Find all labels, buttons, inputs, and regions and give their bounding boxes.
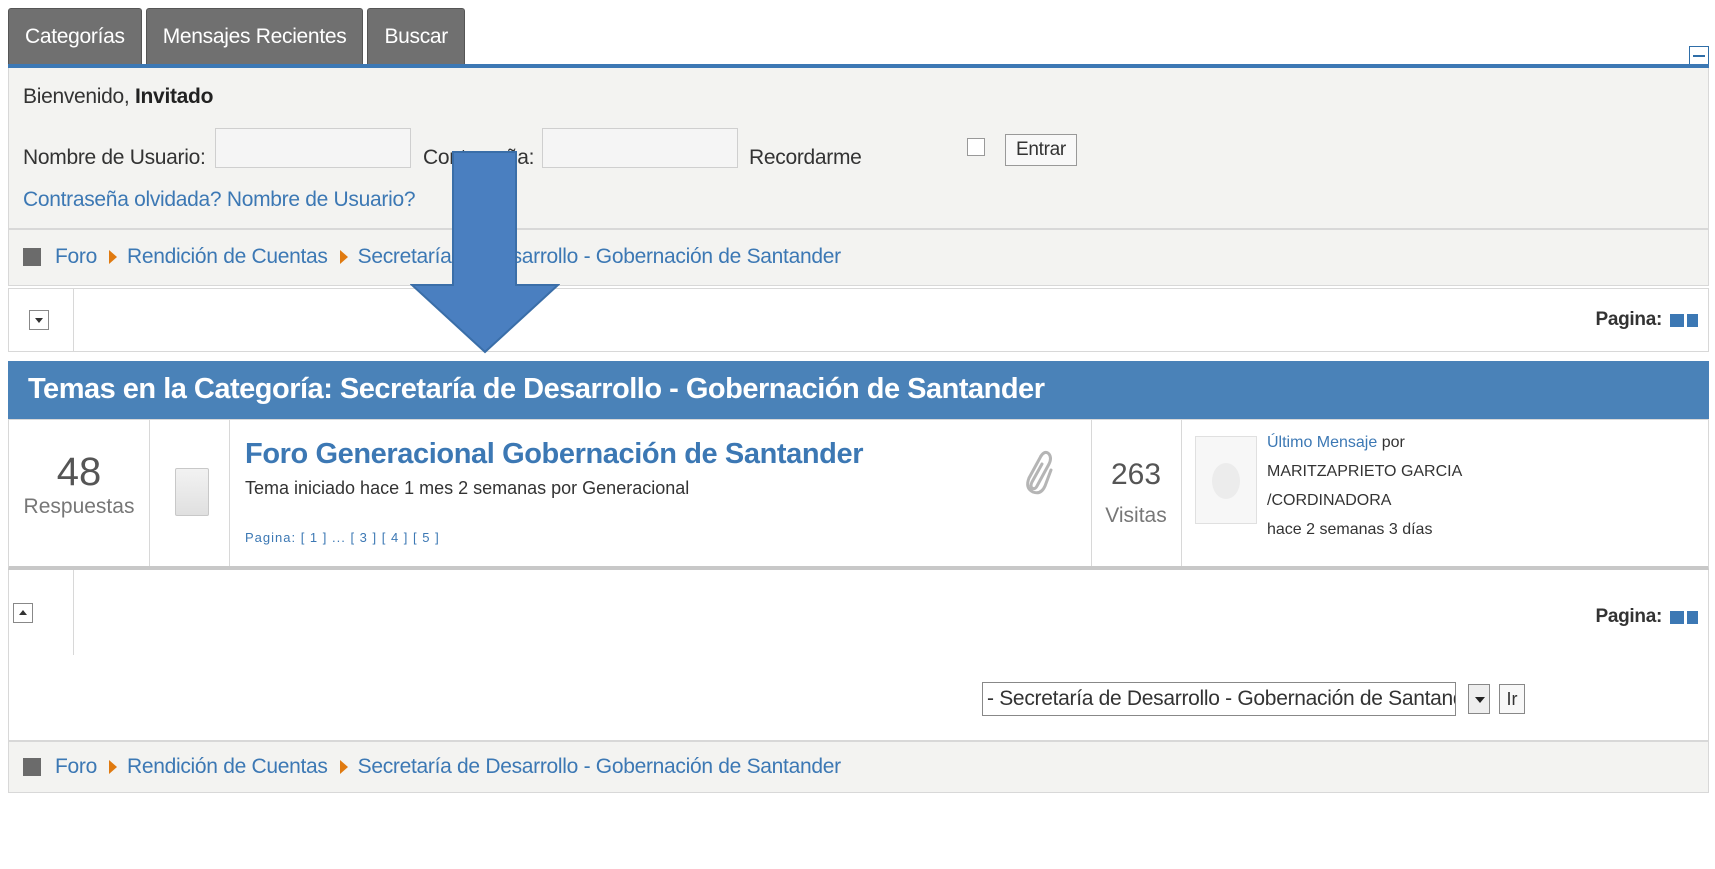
topic-pages-link[interactable]: Pagina: [ 1 ] ... [ 3 ] [ 4 ] [ 5 ] [245,530,440,545]
breadcrumb-rendicion[interactable]: Rendición de Cuentas [127,245,328,269]
username-label: Nombre de Usuario: [23,146,206,169]
collapse-up-icon[interactable] [13,603,33,623]
last-post-info: Último Mensaje por MARITZAPRIETO GARCIA … [1267,434,1462,544]
last-post-by: por [1381,434,1405,451]
expand-down-icon[interactable] [29,310,49,330]
login-panel: Bienvenido, Invitado Nombre de Usuario: … [8,68,1709,229]
topic-started: Tema iniciado hace 1 mes 2 semanas por G… [245,478,690,498]
login-button[interactable]: Entrar [1005,134,1077,166]
category-header: Temas en la Categoría: Secretaría de Des… [8,361,1709,419]
last-post-user-line1[interactable]: MARITZAPRIETO GARCIA [1267,457,1462,486]
last-post-time: hace 2 semanas 3 días [1267,521,1433,538]
username-input[interactable] [215,128,411,168]
breadcrumb-arrow-icon [339,250,348,264]
topic-icon-cell [149,420,230,566]
replies-count: 48 [56,450,102,494]
last-post-cell: Último Mensaje por MARITZAPRIETO GARCIA … [1181,420,1710,566]
last-post-user-line2[interactable]: /CORDINADORA [1267,486,1462,515]
forum-square-icon [23,248,41,266]
document-icon [175,468,209,516]
breadcrumb-arrow-icon [339,760,348,774]
avatar [1195,436,1257,524]
tab-bar: Categorías Mensajes Recientes Buscar [8,8,465,64]
password-input[interactable] [542,128,738,168]
breadcrumb-secretaria[interactable]: Secretaría de Desarrollo - Gobernación d… [358,755,841,779]
tab-categorias[interactable]: Categorías [8,8,142,64]
down-arrow-icon [410,151,560,354]
page-next-icon[interactable] [1687,313,1698,327]
page-prev-icon[interactable] [1670,313,1684,327]
welcome-text: Bienvenido, Invitado [23,85,213,109]
replies-label: Respuestas [23,495,135,518]
go-button[interactable]: Ir [1499,684,1525,714]
pager-top: Pagina: [8,288,1709,352]
page-next-icon[interactable] [1687,610,1698,624]
last-post-link[interactable]: Último Mensaje [1267,434,1377,451]
topic-title-link[interactable]: Foro Generacional Gobernación de Santand… [245,438,864,471]
pager-left-cell [9,570,74,655]
page-prev-icon[interactable] [1670,610,1684,624]
views-label: Visitas [1105,504,1167,527]
welcome-user: Invitado [135,85,214,108]
paperclip-icon [1026,450,1053,495]
breadcrumb-bottom: Foro Rendición de Cuentas Secretaría de … [8,741,1709,793]
breadcrumb-arrow-icon [108,760,117,774]
category-jump-row: - Secretaría de Desarrollo - Gobernación… [8,655,1709,741]
chevron-down-icon[interactable] [1468,684,1490,714]
forum-square-icon [23,758,41,776]
category-select[interactable]: - Secretaría de Desarrollo - Gobernación… [982,682,1456,716]
breadcrumb-foro[interactable]: Foro [55,755,97,779]
replies-cell: 48 Respuestas [9,420,150,566]
pagination: Pagina: [1595,309,1698,331]
views-cell: 263 Visitas [1091,420,1182,566]
pagination-label: Pagina: [1595,309,1662,330]
tab-mensajes-recientes[interactable]: Mensajes Recientes [145,8,364,64]
breadcrumb-rendicion[interactable]: Rendición de Cuentas [127,755,328,779]
views-count: 263 [1110,458,1162,491]
collapse-icon[interactable] [1689,46,1709,66]
pagination: Pagina: [1595,606,1698,628]
remember-checkbox[interactable] [967,138,985,156]
welcome-prefix: Bienvenido, [23,85,130,108]
pagination-label: Pagina: [1595,606,1662,627]
remember-label: Recordarme [749,146,862,169]
forgot-credentials-link[interactable]: Contraseña olvidada? Nombre de Usuario? [23,188,416,212]
breadcrumb-foro[interactable]: Foro [55,245,97,269]
pager-left-cell [9,289,74,351]
pager-bottom: Pagina: [8,570,1709,656]
tab-buscar[interactable]: Buscar [367,8,465,64]
topic-row: 48 Respuestas Foro Generacional Gobernac… [8,419,1709,570]
topic-main-cell: Foro Generacional Gobernación de Santand… [229,420,1092,566]
breadcrumb-top: Foro Rendición de Cuentas Secretaría de … [8,229,1709,286]
breadcrumb-arrow-icon [108,250,117,264]
